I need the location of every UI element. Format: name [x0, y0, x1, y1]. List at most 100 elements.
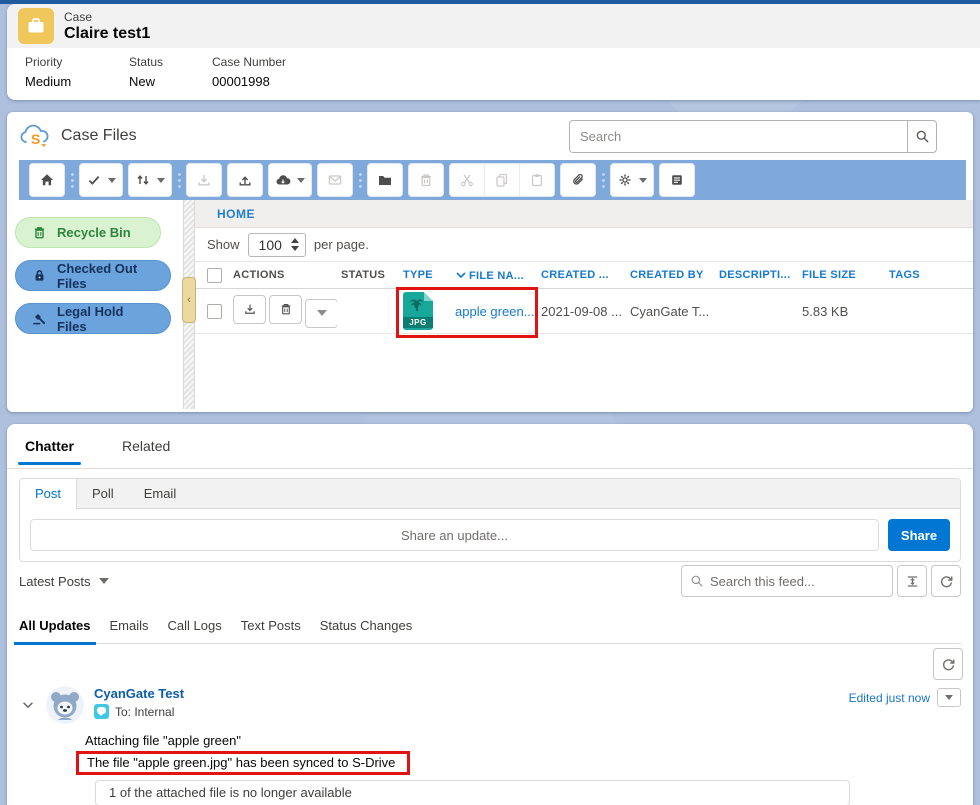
select-all-checkbox[interactable]	[207, 268, 222, 283]
column-type[interactable]: TYPE	[399, 262, 451, 289]
clip-button[interactable]	[560, 163, 596, 197]
tab-chatter[interactable]: Chatter	[25, 438, 74, 454]
page-size-spinner[interactable]: 100	[248, 233, 306, 257]
paste-icon	[529, 172, 545, 188]
feed-right-controls	[681, 565, 961, 597]
post-header: CyanGate Test To: Internal Edited just n…	[7, 686, 961, 724]
post-line-synced: The file "apple green.jpg" has been sync…	[76, 751, 410, 775]
check-icon	[86, 172, 102, 188]
download-button[interactable]	[186, 163, 222, 197]
share-button[interactable]: Share	[888, 519, 950, 551]
chevron-down-icon	[99, 578, 109, 584]
post-actions-menu-button[interactable]	[937, 688, 961, 707]
column-created-by[interactable]: CREATED BY	[626, 262, 715, 289]
increment-icon[interactable]	[291, 238, 299, 243]
checked-out-files-button[interactable]: Checked Out Files	[15, 260, 171, 291]
sidebar-item-label: Legal Hold Files	[57, 304, 156, 334]
files-search-button[interactable]	[907, 120, 937, 153]
form-button[interactable]	[659, 163, 695, 197]
home-button[interactable]	[29, 163, 65, 197]
chevron-down-icon	[108, 178, 116, 183]
feed-refresh-button[interactable]	[931, 565, 961, 597]
column-description[interactable]: DESCRIPTI...	[715, 262, 798, 289]
trash-icon	[279, 302, 293, 316]
paging-row: Show 100 per page.	[195, 228, 973, 261]
tab-email[interactable]: Email	[129, 479, 192, 508]
field-label: Status	[129, 55, 212, 69]
avatar[interactable]	[46, 686, 84, 724]
mail-button[interactable]	[317, 163, 353, 197]
cloud-icon	[275, 172, 291, 188]
download-icon	[196, 172, 212, 188]
field-status: Status New	[129, 55, 212, 89]
recycle-bin-button[interactable]: Recycle Bin	[15, 217, 161, 248]
post-collapse-toggle[interactable]	[21, 698, 35, 717]
post-author-link[interactable]: CyanGate Test	[94, 686, 184, 701]
column-file-name[interactable]: FILE NA...	[451, 262, 537, 289]
filter-emails[interactable]: Emails	[110, 618, 149, 643]
refresh-icon	[941, 657, 956, 672]
cut-copy-paste-button[interactable]	[449, 163, 555, 197]
chevron-down-icon	[317, 310, 327, 316]
folder-icon	[377, 172, 393, 188]
feed-search-input[interactable]	[710, 574, 884, 589]
toolbar-group	[186, 163, 353, 197]
publisher-tabs: Post Poll Email	[20, 479, 960, 509]
column-created[interactable]: CREATED ...	[537, 262, 626, 289]
filter-status-changes[interactable]: Status Changes	[320, 618, 413, 643]
tab-poll[interactable]: Poll	[77, 479, 129, 508]
tab-related[interactable]: Related	[122, 438, 170, 454]
sort-button[interactable]	[128, 163, 172, 197]
files-search-input[interactable]	[569, 120, 907, 153]
check-button[interactable]	[79, 163, 123, 197]
tab-post[interactable]: Post	[20, 479, 77, 510]
breadcrumb: HOME	[195, 200, 973, 228]
refresh-icon	[939, 574, 954, 589]
column-actions: ACTIONS	[229, 262, 337, 289]
copy-button[interactable]	[484, 164, 519, 196]
panel-splitter[interactable]: ‹	[183, 200, 195, 409]
post-author-block: CyanGate Test To: Internal	[94, 686, 184, 719]
share-update-input[interactable]	[30, 519, 879, 551]
trash-button[interactable]	[408, 163, 444, 197]
legal-hold-files-button[interactable]: Legal Hold Files	[15, 303, 171, 334]
search-icon	[690, 574, 704, 588]
cell-tags	[885, 289, 973, 334]
row-more-actions-button[interactable]	[305, 299, 337, 328]
column-file-size[interactable]: FILE SIZE	[798, 262, 885, 289]
clip-icon	[570, 172, 586, 188]
filter-call-logs[interactable]: Call Logs	[168, 618, 222, 643]
jpg-file-icon[interactable]: JPG	[403, 292, 433, 330]
row-checkbox[interactable]	[207, 304, 222, 319]
row-delete-button[interactable]	[269, 295, 302, 324]
chatter-panel: Chatter Related Post Poll Email Share La…	[7, 424, 973, 805]
splitter-collapse-handle[interactable]: ‹	[182, 277, 196, 323]
case-header-card: Case Claire test1 Priority Medium Status…	[7, 4, 980, 100]
column-tags[interactable]: TAGS	[885, 262, 973, 289]
breadcrumb-home-link[interactable]: HOME	[217, 207, 255, 221]
files-table-header-row: ACTIONS STATUS TYPE FILE NA... CREATED .…	[195, 262, 973, 289]
gear-button[interactable]	[610, 163, 654, 197]
refresh-feed-button[interactable]	[933, 648, 963, 680]
cell-status	[337, 289, 399, 334]
filter-text-posts[interactable]: Text Posts	[241, 618, 301, 643]
folder-button[interactable]	[367, 163, 403, 197]
case-icon	[18, 8, 54, 44]
file-type-label: JPG	[403, 317, 433, 328]
chevron-down-icon	[157, 178, 165, 183]
feed-controls: Latest Posts	[19, 564, 961, 598]
decrement-icon[interactable]	[291, 246, 299, 251]
file-name-link[interactable]: apple green...	[455, 304, 535, 319]
files-toolbar	[19, 160, 966, 200]
paste-button[interactable]	[519, 164, 554, 196]
collapse-posts-button[interactable]	[897, 565, 927, 597]
cloud-button[interactable]	[268, 163, 312, 197]
record-title: Claire test1	[64, 25, 150, 43]
post-timestamp-link[interactable]: Edited just now	[849, 691, 930, 705]
feed-sort-dropdown[interactable]: Latest Posts	[19, 574, 109, 589]
cut-button[interactable]	[450, 164, 484, 196]
upload-button[interactable]	[227, 163, 263, 197]
filter-all-updates[interactable]: All Updates	[19, 618, 91, 643]
copy-icon	[494, 172, 510, 188]
row-download-button[interactable]	[233, 295, 266, 324]
